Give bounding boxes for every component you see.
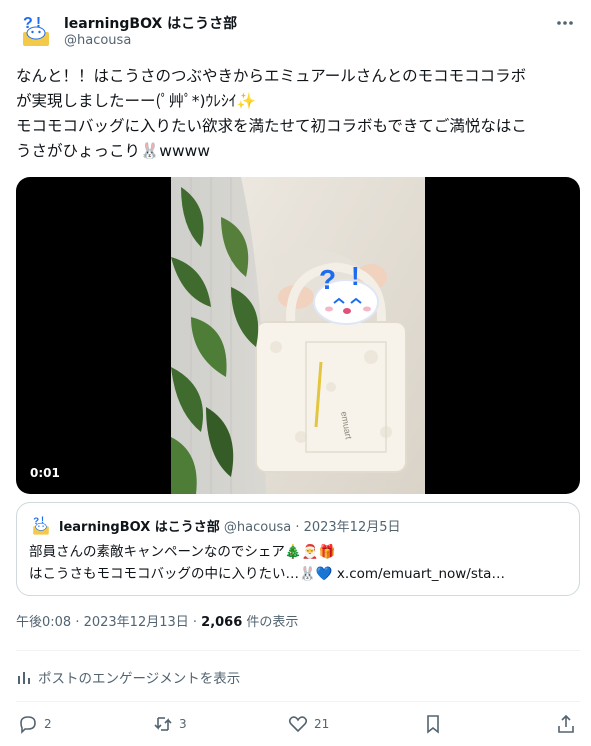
post-meta: 午後0:08 · 2023年12月13日 · 2,066 件の表示 xyxy=(16,611,298,630)
repost-button[interactable]: 3 xyxy=(153,714,187,734)
repost-icon xyxy=(154,717,172,731)
bookmark-icon xyxy=(427,715,439,734)
view-engagement-link[interactable]: ポストのエンゲージメントを表示 xyxy=(16,667,240,687)
post-header: ? ! learningBOX はこうさ部 @hacousa xyxy=(16,10,576,54)
avatar[interactable]: ? ! xyxy=(16,10,56,50)
rabbit-mascot-icon: ? ! xyxy=(23,14,49,46)
like-count: 21 xyxy=(314,717,330,731)
svg-text:!: ! xyxy=(351,261,360,291)
like-button[interactable]: 21 xyxy=(288,714,329,734)
engagement-label: ポストのエンゲージメントを表示 xyxy=(38,671,241,687)
video-player[interactable]: emuart ? ! 0:01 xyxy=(16,177,580,494)
divider xyxy=(16,701,580,702)
view-count: 2,066 xyxy=(201,615,243,630)
heart-icon xyxy=(288,716,308,733)
quoted-post[interactable]: ? ! learningBOX はこうさ部 @hacousa · 2023年12… xyxy=(16,502,580,596)
share-icon xyxy=(558,714,574,733)
view-label: 件の表示 xyxy=(242,615,299,630)
post-text: なんと！！はこうさのつぶやきからエミュアールさんとのモコモココラボ が実現しまし… xyxy=(16,67,527,160)
quoted-meta: @hacousa · 2023年12月5日 xyxy=(219,520,401,535)
quoted-avatar: ? ! xyxy=(29,513,53,537)
reply-count: 2 xyxy=(44,717,52,731)
video-timestamp: 0:01 xyxy=(30,466,60,480)
post-time[interactable]: 午後0:08 · 2023年12月13日 · xyxy=(16,615,201,630)
author-name[interactable]: learningBOX はこうさ部 xyxy=(64,13,237,33)
repost-count: 3 xyxy=(179,717,187,731)
quoted-author-name: learningBOX はこうさ部 xyxy=(59,520,220,535)
quoted-text: 部員さんの素敵キャンペーンなのでシェア🎄🎅🎁 はこうさもモコモコバッグの中に入り… xyxy=(29,544,505,582)
quoted-header: learningBOX はこうさ部 @hacousa · 2023年12月5日 xyxy=(59,516,401,535)
author-handle[interactable]: @hacousa xyxy=(64,33,131,48)
action-bar: 2 3 21 xyxy=(18,714,578,738)
share-button[interactable] xyxy=(556,714,576,734)
svg-text:?: ? xyxy=(319,264,336,295)
divider xyxy=(16,650,580,651)
analytics-icon xyxy=(18,672,30,684)
video-thumbnail: emuart ? ! xyxy=(171,177,425,494)
more-options-icon[interactable] xyxy=(554,12,576,34)
rabbit-mascot-icon: ? ! xyxy=(33,515,49,535)
bookmark-button[interactable] xyxy=(423,714,443,734)
reply-button[interactable]: 2 xyxy=(18,714,52,734)
reply-icon xyxy=(20,716,36,734)
